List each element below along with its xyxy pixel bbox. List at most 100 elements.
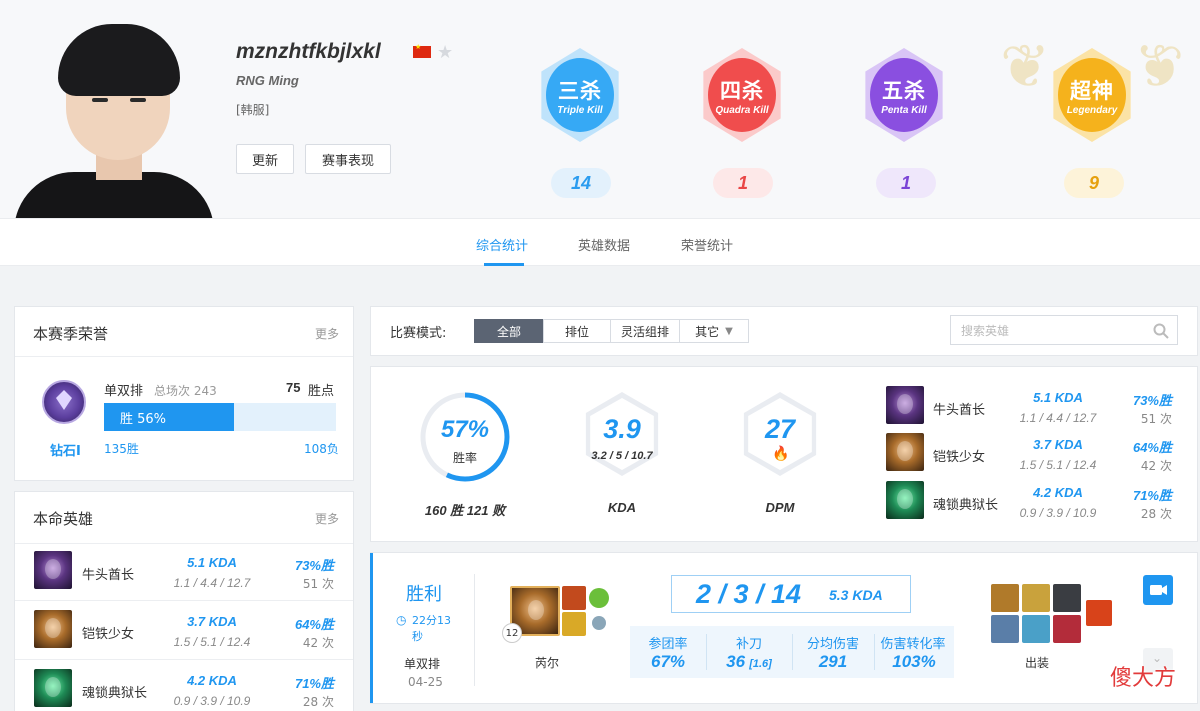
champion-games: 51 次 [302,577,334,591]
china-flag-icon [413,43,431,58]
champion-winrate: 71%胜 [1132,488,1172,503]
summoner-spell-ignite-icon[interactable] [562,586,586,610]
champion-icon-thresh[interactable] [886,481,924,519]
quadra-kill-count: 1 [713,168,773,198]
search-icon[interactable] [1153,323,1169,339]
item-slot-6-icon[interactable] [1053,615,1081,643]
penta-kill-count: 1 [876,168,936,198]
winrate-label: 胜率 [452,451,477,465]
champion-games: 28 次 [1140,507,1172,521]
item-slot-3-icon[interactable] [1053,584,1081,612]
tab-overall-stats[interactable]: 综合统计 [476,235,528,254]
match-duration: 22分13秒 [412,614,451,643]
items-label: 出装 [1025,656,1050,670]
search-placeholder: 搜索英雄 [961,323,1010,338]
item-slot-5-icon[interactable] [1022,615,1050,643]
winrate-bar-track: 胜 56% [104,403,336,431]
champion-winrate: 71%胜 [294,676,334,691]
match-kda-line: 2 / 3 / 14 [696,579,802,609]
dpm-value: 27 [764,414,796,444]
watermark-text: 傻大方 [1110,666,1177,691]
player-team: RNG Ming [236,73,299,88]
champion-kda-detail: 0.9 / 3.9 / 10.9 [173,694,251,708]
champion-games: 51 次 [1140,412,1172,426]
player-avatar [14,24,214,218]
champion-icon-alistar[interactable] [34,551,72,589]
season-honor-more-link[interactable]: 更多 [315,325,339,342]
champion-name: 铠铁少女 [933,450,986,465]
kda-value: 3.9 [603,414,641,444]
player-header: mznzhtfkbjlxkl ★ RNG Ming [韩服] 更新 赛事表现 三… [0,0,1200,218]
watermark: 傻大方 [1110,660,1176,692]
stat-value-damage-conversion: 103% [892,652,936,671]
honor-points-value: 75 [286,380,301,395]
triple-kill-badge: 三杀 Triple Kill [532,42,628,148]
mode-other-dropdown[interactable]: 其它 ▼ [679,319,749,343]
section-tabs: 综合统计 英雄数据 荣誉统计 [0,218,1200,266]
item-slot-4-icon[interactable] [991,615,1019,643]
video-camera-icon [1150,585,1167,595]
champion-icon-thresh[interactable] [34,669,72,707]
right-wing-icon: ❦ [1134,32,1185,102]
left-wing-icon: ❦ [1000,32,1051,102]
champion-search-input[interactable]: 搜索英雄 [950,315,1178,345]
match-result: 胜利 [406,584,442,605]
stat-value-damage-per-min: 291 [818,652,848,671]
honor-total-games: 总场次 243 [154,384,217,398]
rune-primary-icon[interactable] [589,588,609,608]
kda-label: KDA [607,500,637,515]
champion-icon-alistar[interactable] [886,386,924,424]
champion-icon-rell[interactable] [886,433,924,471]
champion-name: 魂锁典狱长 [82,686,148,701]
refresh-button[interactable]: 更新 [236,144,294,174]
signature-champions-more-link[interactable]: 更多 [315,510,339,527]
dpm-label: DPM [765,500,795,515]
triple-kill-count: 14 [551,168,611,198]
champion-games: 28 次 [302,695,334,709]
trinket-icon[interactable] [1086,600,1112,626]
champion-winrate: 73%胜 [1132,393,1172,408]
champion-kda: 3.7 KDA [1033,437,1083,452]
signature-champions-title: 本命英雄 [33,510,94,528]
stat-value-kill-participation: 67% [650,652,686,671]
champion-winrate: 73%胜 [294,558,334,573]
champion-kda: 4.2 KDA [187,673,237,688]
kda-detail: 3.2 / 5 / 10.7 [591,450,653,462]
favorite-star-icon[interactable]: ★ [437,42,453,63]
winrate-bar-label: 胜 56% [120,412,167,427]
mode-label: 比赛模式: [390,326,447,341]
champion-kda-detail: 1.5 / 5.1 / 12.4 [173,635,251,649]
player-server: [韩服] [236,103,270,117]
champion-icon-rell[interactable] [34,610,72,648]
video-replay-button[interactable] [1143,575,1173,605]
mode-other-label: 其它 [695,324,720,339]
legendary-badge: 超神 Legendary [1044,42,1140,148]
champion-kda-detail: 1.1 / 4.4 / 12.7 [1019,411,1097,425]
match-performance-button[interactable]: 赛事表现 [305,144,391,174]
match-queue: 单双排 [404,657,441,671]
champion-name: 铠铁少女 [82,627,135,642]
rune-secondary-icon[interactable] [592,616,606,630]
champion-kda: 4.2 KDA [1033,485,1083,500]
champion-level-badge: 12 [502,623,522,643]
rank-name: 钻石I [50,444,81,459]
item-slot-2-icon[interactable] [1022,584,1050,612]
winrate-value: 57% [440,416,490,443]
fire-icon: 🔥 [772,446,790,462]
match-date: 04-25 [408,675,443,689]
mode-ranked-button[interactable]: 排位 [543,319,611,343]
champion-winrate: 64%胜 [294,617,334,632]
summoner-spell-flash-icon[interactable] [562,612,586,636]
stat-value-cs-per-min: [1.6] [749,658,772,670]
clock-icon: ◷ [396,613,407,627]
mode-all-button[interactable]: 全部 [474,319,544,343]
legendary-count: 9 [1064,168,1124,198]
mode-flex-button[interactable]: 灵活组排 [610,319,680,343]
item-slot-1-icon[interactable] [991,584,1019,612]
stat-label-cs: 补刀 [735,637,762,652]
tab-champion-data[interactable]: 英雄数据 [578,235,630,254]
match-champion-name: 芮尔 [535,656,560,670]
champion-kda-detail: 1.1 / 4.4 / 12.7 [173,576,251,590]
champion-kda: 5.1 KDA [1033,390,1083,405]
tab-honor-stats[interactable]: 荣誉统计 [681,235,733,254]
